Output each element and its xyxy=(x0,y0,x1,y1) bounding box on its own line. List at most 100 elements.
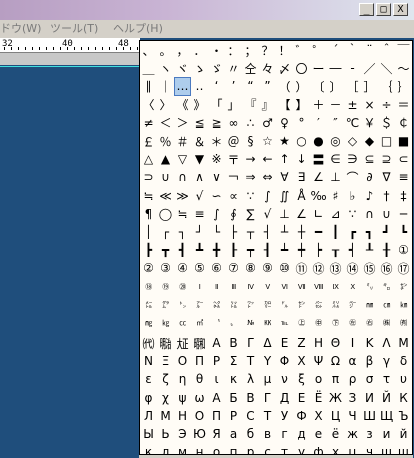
symbol-cell[interactable]: 』 xyxy=(259,96,276,114)
symbol-cell[interactable]: √ xyxy=(259,205,276,223)
symbol-cell[interactable]: л xyxy=(157,443,174,454)
symbol-cell[interactable]: ！ xyxy=(276,41,293,59)
symbol-cell[interactable]: ┘ xyxy=(191,223,208,241)
symbol-cell[interactable]: ① xyxy=(395,241,412,259)
symbol-cell[interactable]: ╂ xyxy=(378,241,395,259)
symbol-cell[interactable]: ㌦ xyxy=(276,296,293,314)
symbol-cell[interactable]: ψ xyxy=(174,389,191,407)
symbol-cell[interactable]: ÷ xyxy=(378,96,395,114)
symbol-cell[interactable]: ’ xyxy=(225,77,242,95)
symbol-cell[interactable]: γ xyxy=(378,352,395,370)
symbol-cell[interactable]: ┨ xyxy=(259,241,276,259)
symbol-cell[interactable]: ㍼ xyxy=(191,334,208,352)
symbol-cell[interactable]: Φ xyxy=(276,352,293,370)
symbol-cell[interactable]: √ xyxy=(191,187,208,205)
symbol-cell[interactable]: ∵ xyxy=(242,187,259,205)
symbol-cell[interactable]: с xyxy=(259,443,276,454)
symbol-cell[interactable]: ＋ xyxy=(310,96,327,114)
symbol-cell[interactable]: 『 xyxy=(242,96,259,114)
symbol-cell[interactable]: Α xyxy=(208,334,225,352)
symbol-cell[interactable]: Ж xyxy=(327,389,344,407)
symbol-cell[interactable]: υ xyxy=(395,370,412,388)
symbol-cell[interactable]: ┥ xyxy=(344,241,361,259)
symbol-cell[interactable]: － xyxy=(327,96,344,114)
symbol-cell[interactable]: ］ xyxy=(361,77,378,95)
symbol-cell[interactable]: 【 xyxy=(276,96,293,114)
symbol-cell[interactable]: Ⅰ xyxy=(191,277,208,295)
symbol-cell[interactable]: 々 xyxy=(259,59,276,77)
symbol-cell[interactable]: δ xyxy=(395,352,412,370)
symbol-cell[interactable]: ─ xyxy=(395,205,412,223)
symbol-cell[interactable]: О xyxy=(191,407,208,425)
symbol-cell[interactable]: Ε xyxy=(276,334,293,352)
symbol-cell[interactable]: ㎝ xyxy=(378,296,395,314)
symbol-cell[interactable]: 。 xyxy=(157,41,174,59)
symbol-cell[interactable]: ∇ xyxy=(378,168,395,186)
symbol-cell[interactable]: ⑫ xyxy=(310,259,327,277)
symbol-cell[interactable]: ④ xyxy=(174,259,191,277)
symbol-cell[interactable]: ★ xyxy=(276,132,293,150)
symbol-cell[interactable]: § xyxy=(242,132,259,150)
symbol-cell[interactable]: Π xyxy=(191,352,208,370)
symbol-cell[interactable]: В xyxy=(242,389,259,407)
symbol-cell[interactable]: ↓ xyxy=(293,150,310,168)
symbol-cell[interactable]: ω xyxy=(191,389,208,407)
symbol-cell[interactable]: ⊆ xyxy=(361,150,378,168)
symbol-cell[interactable]: Ⅲ xyxy=(225,277,242,295)
symbol-cell[interactable]: ┫ xyxy=(174,241,191,259)
symbol-cell[interactable]: У xyxy=(276,407,293,425)
symbol-cell[interactable]: ∨ xyxy=(208,168,225,186)
symbol-cell[interactable]: ㌢ xyxy=(395,277,412,295)
symbol-cell[interactable]: ⑭ xyxy=(344,259,361,277)
symbol-cell[interactable]: Б xyxy=(225,389,242,407)
symbol-cell[interactable]: ∑ xyxy=(242,205,259,223)
symbol-cell[interactable]: ┯ xyxy=(242,241,259,259)
symbol-cell[interactable]: ℃ xyxy=(344,114,361,132)
symbol-cell[interactable]: п xyxy=(225,443,242,454)
symbol-cell[interactable]: ∫ xyxy=(259,187,276,205)
symbol-cell[interactable]: ○ xyxy=(293,132,310,150)
symbol-cell[interactable]: ￣ xyxy=(395,41,412,59)
symbol-cell[interactable]: ⇔ xyxy=(259,168,276,186)
symbol-cell[interactable]: ㌔ xyxy=(378,277,395,295)
symbol-cell[interactable]: ↑ xyxy=(276,150,293,168)
symbol-cell[interactable]: й xyxy=(395,425,412,443)
symbol-cell[interactable]: ｛ xyxy=(378,77,395,95)
symbol-cell[interactable]: τ xyxy=(378,370,395,388)
symbol-cell[interactable]: ε xyxy=(140,370,157,388)
symbol-cell[interactable]: Е xyxy=(293,389,310,407)
symbol-cell[interactable]: ▼ xyxy=(191,150,208,168)
symbol-cell[interactable]: ㈱ xyxy=(378,314,395,332)
symbol-cell[interactable]: ？ xyxy=(259,41,276,59)
symbol-cell[interactable]: Ⅷ xyxy=(310,277,327,295)
symbol-cell[interactable]: ■ xyxy=(395,132,412,150)
symbol-cell[interactable]: ≒ xyxy=(174,205,191,223)
symbol-cell[interactable]: × xyxy=(361,96,378,114)
symbol-cell[interactable]: ㊤ xyxy=(293,314,310,332)
symbol-cell[interactable]: ∬ xyxy=(276,187,293,205)
symbol-cell[interactable]: η xyxy=(174,370,191,388)
symbol-cell[interactable]: Β xyxy=(225,334,242,352)
symbol-cell[interactable]: ￢ xyxy=(225,168,242,186)
symbol-cell[interactable]: 】 xyxy=(293,96,310,114)
symbol-cell[interactable]: в xyxy=(259,425,276,443)
symbol-cell[interactable]: χ xyxy=(157,389,174,407)
symbol-cell[interactable]: ⑩ xyxy=(276,259,293,277)
symbol-cell[interactable]: 〒 xyxy=(225,150,242,168)
symbol-cell[interactable]: ⑰ xyxy=(395,259,412,277)
symbol-cell[interactable]: Ν xyxy=(140,352,157,370)
symbol-cell[interactable]: р xyxy=(242,443,259,454)
symbol-cell[interactable]: ㎜ xyxy=(361,296,378,314)
symbol-cell[interactable]: Й xyxy=(378,389,395,407)
symbol-cell[interactable]: ρ xyxy=(344,370,361,388)
symbol-cell[interactable]: 〝 xyxy=(208,314,225,332)
symbol-cell[interactable]: ＆ xyxy=(191,132,208,150)
symbol-cell[interactable]: ㍊ xyxy=(327,296,344,314)
symbol-cell[interactable]: ・ xyxy=(208,41,225,59)
symbol-cell[interactable]: ㌶ xyxy=(208,296,225,314)
symbol-cell[interactable]: Ρ xyxy=(208,352,225,370)
symbol-cell[interactable]: θ xyxy=(191,370,208,388)
symbol-cell[interactable]: д xyxy=(293,425,310,443)
symbol-cell[interactable]: ∧ xyxy=(191,168,208,186)
symbol-cell[interactable]: └ xyxy=(208,223,225,241)
